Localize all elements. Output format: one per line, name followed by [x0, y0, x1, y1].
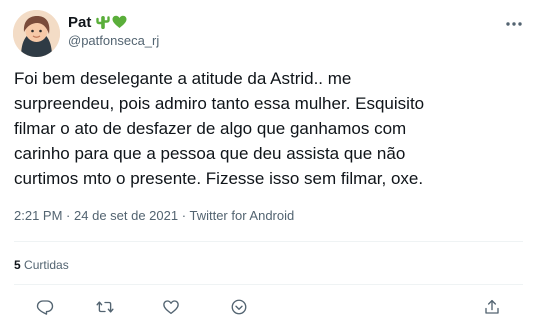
avatar[interactable]: [13, 10, 60, 57]
like-icon[interactable]: [160, 296, 182, 318]
share-icon[interactable]: [481, 296, 503, 318]
tweet-source[interactable]: Twitter for Android: [189, 208, 294, 223]
tweet-text: Foi bem deselegante a atitude da Astrid.…: [14, 66, 524, 191]
avatar-image: [13, 10, 60, 57]
meta-separator: ·: [66, 208, 71, 223]
tweet-text-line: carinho para que a pessoa que deu assist…: [14, 144, 406, 163]
retweet-icon[interactable]: [94, 296, 116, 318]
divider: [14, 241, 523, 242]
tweet-time[interactable]: 2:21 PM: [14, 208, 62, 223]
meta-separator: ·: [181, 208, 187, 223]
engagement-stats[interactable]: 5 Curtidas: [14, 258, 69, 272]
cactus-icon: [96, 14, 111, 30]
display-name[interactable]: Pat: [68, 14, 91, 31]
reply-icon[interactable]: [34, 296, 56, 318]
tweet-meta: 2:21 PM · 24 de set de 2021 · Twitter fo…: [14, 208, 294, 223]
tweet-date[interactable]: 24 de set de 2021: [74, 208, 178, 223]
green-heart-icon: [112, 15, 127, 29]
more-options-icon[interactable]: [505, 16, 523, 26]
retweets-count: 5: [14, 258, 21, 272]
author-name-row: Pat: [68, 13, 127, 31]
user-handle[interactable]: @patfonseca_rj: [68, 33, 159, 48]
tweet-text-line: surpreendeu, pois admiro tanto essa mulh…: [14, 94, 425, 113]
bookmark-icon[interactable]: [228, 296, 250, 318]
tweet-text-line: filmar o ato de desfazer de algo que gan…: [14, 119, 407, 138]
tweet-text-line: curtimos mto o presente. Fizesse isso se…: [14, 169, 424, 188]
retweets-label: Curtidas: [24, 258, 69, 272]
divider: [14, 284, 523, 285]
tweet-text-line: Foi bem deselegante a atitude da Astrid.…: [14, 69, 352, 88]
